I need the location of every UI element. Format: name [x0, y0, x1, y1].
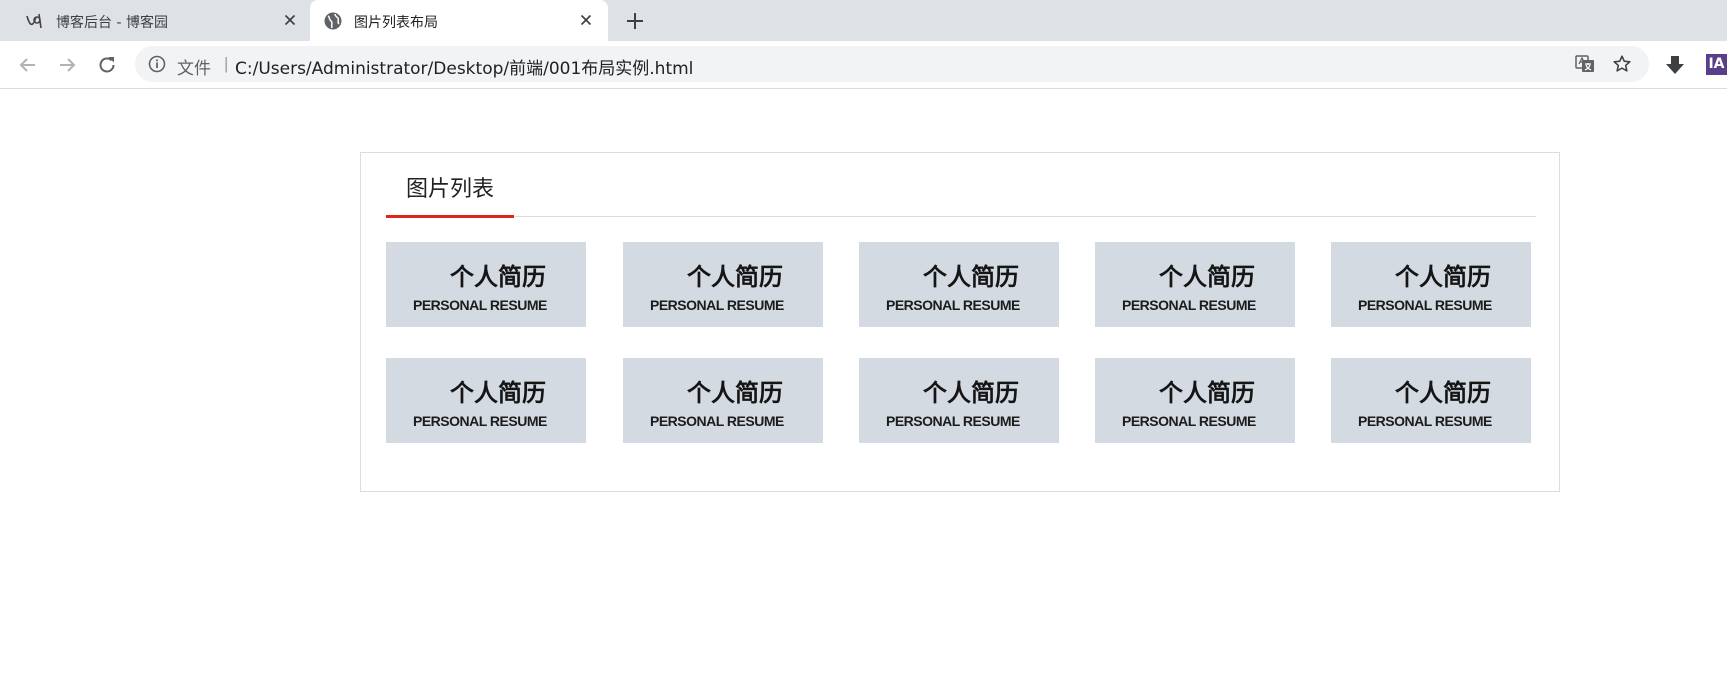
- thumbnail-title-cn: 个人简历: [450, 379, 546, 407]
- close-icon[interactable]: [282, 12, 298, 28]
- plus-icon[interactable]: [624, 10, 646, 32]
- star-icon[interactable]: [1611, 53, 1633, 75]
- thumbnail-title-en: PERSONAL RESUME: [650, 297, 784, 313]
- resume-thumbnail[interactable]: 个人简历 PERSONAL RESUME: [623, 358, 823, 443]
- reload-icon[interactable]: [95, 53, 119, 77]
- back-arrow-icon[interactable]: [16, 53, 40, 77]
- browser-window: 博客后台 - 博客园 图片列表布局 文件 | C:/Users/Administ…: [0, 0, 1727, 699]
- separator: |: [224, 54, 229, 73]
- forward-arrow-icon[interactable]: [55, 53, 79, 77]
- close-icon[interactable]: [578, 12, 594, 28]
- thumbnail-title-en: PERSONAL RESUME: [1358, 413, 1492, 429]
- thumbnail-title-cn: 个人简历: [1395, 379, 1491, 407]
- page-viewport: 图片列表 个人简历 PERSONAL RESUME 个人简历 PERSONAL …: [0, 89, 1727, 699]
- thumbnail-title-en: PERSONAL RESUME: [1358, 297, 1492, 313]
- resume-thumbnail[interactable]: 个人简历 PERSONAL RESUME: [1331, 358, 1531, 443]
- thumbnail-title-cn: 个人简历: [687, 263, 783, 291]
- thumbnail-title-en: PERSONAL RESUME: [413, 297, 547, 313]
- thumbnail-title-en: PERSONAL RESUME: [650, 413, 784, 429]
- thumbnail-title-cn: 个人简历: [1159, 263, 1255, 291]
- thumbnail-title-en: PERSONAL RESUME: [886, 297, 1020, 313]
- resume-thumbnail[interactable]: 个人简历 PERSONAL RESUME: [1331, 242, 1531, 327]
- resume-thumbnail[interactable]: 个人简历 PERSONAL RESUME: [623, 242, 823, 327]
- browser-toolbar: 文件 | C:/Users/Administrator/Desktop/前端/0…: [0, 41, 1727, 89]
- thumbnail-title-cn: 个人简历: [687, 379, 783, 407]
- tab-cnblogs-admin[interactable]: 博客后台 - 博客园: [0, 0, 308, 41]
- thumbnail-title-en: PERSONAL RESUME: [1122, 413, 1256, 429]
- thumbnail-title-cn: 个人简历: [923, 379, 1019, 407]
- image-list-panel: 图片列表 个人简历 PERSONAL RESUME 个人简历 PERSONAL …: [360, 152, 1560, 492]
- thumbnail-title-en: PERSONAL RESUME: [1122, 297, 1256, 313]
- panel-header: 图片列表: [386, 153, 1536, 218]
- resume-thumbnail[interactable]: 个人简历 PERSONAL RESUME: [1095, 358, 1295, 443]
- tab-image-list-layout[interactable]: 图片列表布局: [310, 0, 608, 41]
- tab-strip: 博客后台 - 博客园 图片列表布局: [0, 0, 1727, 41]
- title-underline: [386, 215, 514, 218]
- globe-icon: [324, 12, 342, 30]
- panel-title: 图片列表: [405, 177, 494, 202]
- resume-thumbnail[interactable]: 个人简历 PERSONAL RESUME: [1095, 242, 1295, 327]
- resume-thumbnail[interactable]: 个人简历 PERSONAL RESUME: [386, 358, 586, 443]
- scheme-label: 文件: [177, 59, 211, 79]
- thumbnail-title-cn: 个人简历: [450, 263, 546, 291]
- extension-icon[interactable]: IA: [1706, 54, 1727, 75]
- resume-thumbnail[interactable]: 个人简历 PERSONAL RESUME: [859, 242, 1059, 327]
- cnblogs-icon: [26, 13, 42, 29]
- thumbnail-title-cn: 个人简历: [1159, 379, 1255, 407]
- tab-title: 博客后台 - 博客园: [56, 15, 168, 31]
- resume-thumbnail[interactable]: 个人简历 PERSONAL RESUME: [859, 358, 1059, 443]
- address-bar[interactable]: 文件 | C:/Users/Administrator/Desktop/前端/0…: [135, 46, 1649, 82]
- url-text[interactable]: C:/Users/Administrator/Desktop/前端/001布局实…: [235, 54, 693, 79]
- thumbnail-title-en: PERSONAL RESUME: [886, 413, 1020, 429]
- download-icon[interactable]: [1664, 54, 1686, 76]
- thumbnail-title-cn: 个人简历: [1395, 263, 1491, 291]
- thumbnail-title-en: PERSONAL RESUME: [413, 413, 547, 429]
- info-icon[interactable]: [148, 55, 166, 73]
- translate-icon[interactable]: [1575, 54, 1595, 74]
- thumbnail-title-cn: 个人简历: [923, 263, 1019, 291]
- tab-title: 图片列表布局: [354, 15, 438, 31]
- resume-thumbnail[interactable]: 个人简历 PERSONAL RESUME: [386, 242, 586, 327]
